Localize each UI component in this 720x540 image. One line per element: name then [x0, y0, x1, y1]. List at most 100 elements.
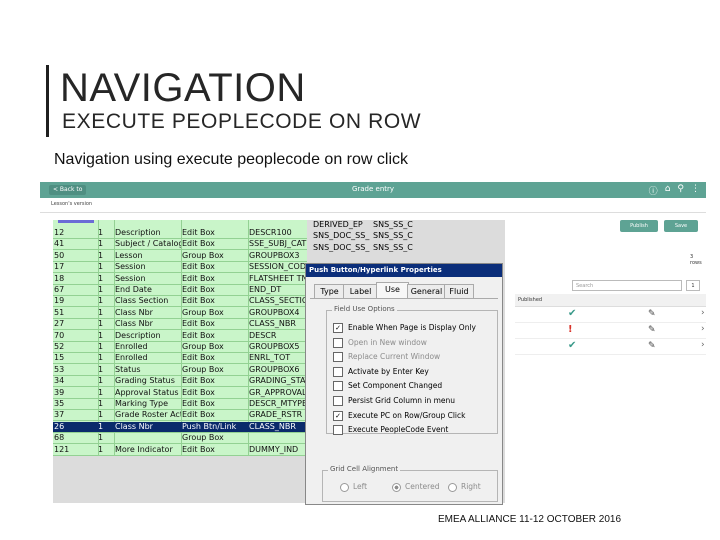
option-checkbox-row[interactable]: Persist Grid Column in menu	[333, 395, 455, 407]
grid-cell: SNS_DOC_SS_	[313, 242, 370, 252]
grid-cell: GR_APPROVAL	[249, 387, 307, 397]
checkbox-checked-icon[interactable]: ✓	[333, 410, 343, 421]
save-button[interactable]: Save	[664, 220, 698, 232]
checkbox-icon[interactable]	[333, 381, 343, 392]
grid-cell: SNS_SS_C	[373, 242, 413, 252]
option-checkbox-row[interactable]: ✓ Enable When Page is Display Only	[333, 322, 476, 334]
option-checkbox-row[interactable]: Set Component Changed	[333, 380, 442, 392]
chevron-right-icon[interactable]: ›	[701, 308, 705, 318]
checkbox-icon[interactable]	[333, 366, 343, 377]
tab-general[interactable]: General	[407, 284, 446, 299]
edit-icon[interactable]: ✎	[648, 309, 656, 319]
grid-cell: CLASS_NBR	[249, 421, 296, 431]
chevron-right-icon[interactable]: ›	[701, 340, 705, 350]
grid-cell: 26	[54, 421, 65, 431]
grid-cell: Edit Box	[182, 285, 215, 294]
radio-icon[interactable]	[448, 482, 457, 492]
option-checkbox-row[interactable]: Replace Current Window	[333, 351, 440, 363]
tab-use[interactable]: Use	[376, 282, 409, 299]
grid-row[interactable]: 70 1 Description Edit Box DESCR	[53, 331, 307, 342]
slide-subtitle: EXECUTE PEOPLECODE ON ROW	[62, 110, 422, 133]
grid-row[interactable]: 17 1 Session Edit Box SESSION_CODE	[53, 262, 307, 274]
grid-cell: Description	[115, 330, 161, 340]
grid-cell: Group Box	[182, 250, 224, 260]
home-icon[interactable]: ⌂	[665, 184, 671, 197]
option-checkbox-row[interactable]: ✓ Execute PC on Row/Group Click	[333, 410, 465, 422]
grid-cell: Group Box	[182, 307, 224, 317]
grid-cell: 121	[54, 444, 70, 454]
grid-row[interactable]: 53 1 Status Group Box GROUPBOX6	[53, 365, 307, 376]
grid-cell: Group Box	[182, 364, 224, 374]
grid-row[interactable]: 39 1 Approval Status Edit Box GR_APPROVAL	[53, 388, 307, 399]
menu-icon[interactable]: ⋮	[691, 184, 700, 197]
grid-cell: GROUPBOX6	[249, 364, 300, 374]
page-selector[interactable]: 1	[686, 280, 700, 291]
grid-cell: Edit Box	[182, 319, 215, 329]
grid-row[interactable]: 191Class SectionEdit BoxCLASS_SECTION	[53, 296, 307, 308]
grid-row[interactable]: 15 1 Enrolled Edit Box ENRL_TOT	[53, 353, 307, 365]
published-row[interactable]: ✔ ✎ ›	[515, 307, 706, 323]
checkbox-checked-icon[interactable]: ✓	[333, 323, 343, 333]
grid-row[interactable]: 51 1 Class Nbr Group Box GROUPBOX4	[53, 308, 307, 319]
grid-cell: 67	[54, 285, 65, 294]
grid-row[interactable]: 52 1 Enrolled Group Box GROUPBOX5	[53, 342, 307, 353]
info-icon[interactable]: ⓘ	[649, 184, 658, 197]
checkbox-icon[interactable]	[333, 352, 343, 363]
grid-cell: 70	[54, 330, 65, 340]
align-radio-left[interactable]: Left	[340, 482, 367, 492]
edit-icon[interactable]: ✎	[648, 341, 656, 351]
published-header-label: Published	[518, 297, 543, 303]
align-radio-right[interactable]: Right	[448, 482, 481, 492]
check-icon: ✔	[568, 308, 577, 319]
search-icon[interactable]: ⚲	[677, 184, 684, 197]
exclamation-icon: !	[568, 324, 573, 335]
tab-label[interactable]: Label	[343, 284, 378, 299]
tab-fluid[interactable]: Fluid	[444, 284, 474, 299]
align-radio-centered[interactable]: Centered	[392, 482, 439, 492]
grid-cell: 50	[54, 250, 65, 260]
option-label: Execute PeopleCode Event	[348, 425, 449, 435]
published-row[interactable]: ! ✎ ›	[515, 323, 706, 339]
option-checkbox-row[interactable]: Open in New window	[333, 337, 427, 349]
align-option-label: Centered	[405, 482, 440, 491]
checkbox-icon[interactable]	[333, 337, 343, 348]
chevron-right-icon[interactable]: ›	[701, 324, 705, 334]
grid-row[interactable]: 50 1 Lesson Group Box GROUPBOX3	[53, 251, 307, 262]
grid-cell: 19	[54, 296, 65, 306]
grid-row[interactable]: 35 1 Marking Type Edit Box DESCR_MTYPE	[53, 399, 307, 410]
grid-cell: Edit Box	[182, 262, 215, 272]
grid-row[interactable]: 67 1 End Date Edit Box END_DT	[53, 285, 307, 296]
grid-row[interactable]: 121 1 More Indicator Edit Box DUMMY_IND	[53, 445, 307, 456]
grid-row[interactable]: 18 1 Session Edit Box FLATSHEET TN	[53, 274, 307, 285]
radio-icon[interactable]	[340, 482, 349, 492]
checkbox-icon[interactable]	[333, 425, 343, 436]
grid-cell: Edit Box	[182, 330, 215, 340]
option-label: Persist Grid Column in menu	[348, 396, 456, 405]
grid-row[interactable]: 68 1 Group Box	[53, 433, 307, 445]
grid-row[interactable]: 27 1 Class Nbr Edit Box CLASS_NBR	[53, 319, 307, 331]
checkbox-icon[interactable]	[333, 396, 343, 406]
grid-row[interactable]: 341Grading StatusEdit BoxGRADING_STATUS	[53, 376, 307, 388]
radio-selected-icon[interactable]	[392, 482, 401, 492]
grid-cell: Approval Status	[115, 387, 179, 397]
grid-row[interactable]: 41 1 Subject / Catalog Edit Box SSE_SUBJ_CAT…	[53, 239, 307, 251]
tab-type[interactable]: Type	[314, 284, 345, 299]
grid-row[interactable]: 12 1 Description Edit Box DESCR100	[53, 228, 307, 239]
grid-cell: Edit Box	[182, 387, 215, 397]
grid-cell: Class Nbr	[115, 319, 153, 329]
grid-row[interactable]: 371Grade Roster ActionEdit BoxGRADE_RSTR	[53, 410, 307, 422]
published-row[interactable]: ✔ ✎ ›	[515, 339, 706, 355]
option-checkbox-row[interactable]: Execute PeopleCode Event	[333, 424, 448, 436]
grid-row[interactable]: 26 1 Class Nbr Push Btn/Link CLASS_NBR	[53, 421, 307, 433]
published-column-header: Published	[515, 294, 706, 307]
grid-cell: DESCR	[249, 330, 277, 340]
grid-cell: Lesson	[115, 250, 143, 260]
edit-icon[interactable]: ✎	[648, 325, 656, 335]
option-label: Replace Current Window	[348, 352, 441, 362]
grid-extra-row: SNS_DOC_SS_ SNS_SS_C	[313, 243, 503, 252]
header-icons: ⓘ ⌂ ⚲ ⋮	[649, 184, 700, 197]
publish-button[interactable]: Publish	[620, 220, 658, 232]
option-checkbox-row[interactable]: Activate by Enter Key	[333, 366, 429, 378]
grid-cell: Class Nbr	[115, 307, 153, 317]
search-input[interactable]: Search	[572, 280, 682, 291]
